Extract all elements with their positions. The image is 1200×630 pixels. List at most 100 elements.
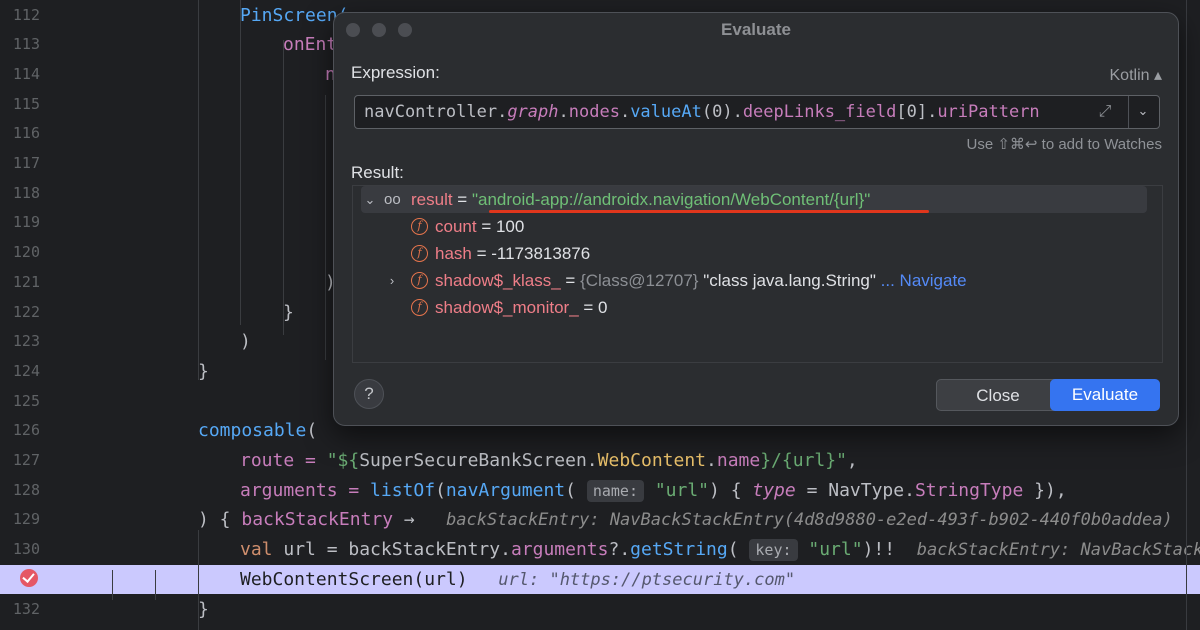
result-row[interactable]: ⌄ oo result = "android-app://androidx.na… [361,186,1147,213]
expression-token: navController [364,102,498,122]
code-text[interactable]: route = "${SuperSecureBankScreen.WebCont… [240,446,858,476]
line-number[interactable]: 127 [0,446,40,476]
language-selector[interactable]: Kotlin ▴ [1110,65,1163,85]
line-number[interactable]: 116 [0,119,40,149]
indent-guide [240,0,241,325]
field-eq: = [476,217,496,236]
expression-text[interactable]: navController.graph.nodes.valueAt(0).dee… [364,96,1040,128]
field-eq: = [471,244,492,263]
help-button[interactable]: ? [354,379,384,409]
navigate-link[interactable]: ... Navigate [876,271,967,290]
code-text[interactable]: ) { backStackEntry → backStackEntry: Nav… [198,505,1173,536]
chevron-right-icon[interactable]: › [385,267,399,294]
field-name: count [435,217,477,236]
line-number[interactable]: 115 [0,90,40,120]
line-number[interactable]: 118 [0,179,40,209]
line-number[interactable]: 123 [0,327,40,357]
code-line[interactable]: 130 val url = backStackEntry.arguments?.g… [0,535,1200,565]
code-token: navArgument [445,479,566,501]
code-token: } [198,360,209,382]
line-number[interactable]: 129 [0,505,40,535]
code-token: StringType [914,479,1024,501]
field-row[interactable]: f shadow$_monitor_ = 0 [353,294,1153,321]
line-number[interactable]: 132 [0,595,40,625]
code-token: arguments [510,539,609,561]
code-text[interactable]: composable( [198,416,317,446]
field-value: 0 [598,298,608,317]
chevron-down-icon[interactable]: ⌄ [363,186,377,213]
expression-token: uriPattern [937,102,1040,122]
code-token: ( [565,479,587,501]
code-token: WebContentScreen(url) [240,568,468,590]
code-line[interactable]: 127 route = "${SuperSecureBankScreen.WebC… [0,446,1200,476]
field-eq: = [560,271,581,290]
code-text[interactable]: } [198,595,209,625]
close-button[interactable]: Close [936,379,1060,411]
editor-vertical-scrollbar-track[interactable] [1186,0,1187,630]
watch-glasses-icon: oo [384,191,401,208]
expand-icon[interactable]: ⤢ [1095,102,1115,122]
field-name: shadow$_klass_ [435,271,561,290]
code-line[interactable]: 132} [0,595,1200,625]
parameter-name-hint: name: [586,479,644,502]
breakpoint-icon[interactable] [20,569,38,587]
expression-token: nodes [568,102,620,122]
code-text[interactable]: arguments = listOf(navArgument( name: "u… [240,476,1067,506]
expression-input[interactable]: navController.graph.nodes.valueAt(0).dee… [354,95,1160,129]
line-number[interactable]: 126 [0,416,40,446]
chevron-down-icon[interactable]: ⌄ [1135,101,1151,121]
line-number[interactable]: 112 [0,1,40,31]
current-execution-line[interactable]: WebContentScreen(url) url: "https://ptse… [0,564,1200,596]
code-token: ( [306,420,318,442]
code-text[interactable]: onEnt [283,30,337,60]
field-icon: f [411,218,428,235]
code-token: getString [630,539,728,561]
expression-token: (0) [701,102,733,122]
line-number[interactable]: 120 [0,238,40,268]
line-number[interactable]: 128 [0,476,40,506]
line-number[interactable]: 130 [0,535,40,565]
line-number[interactable]: 113 [0,30,40,60]
code-token: ?. [608,539,631,561]
line-number[interactable]: 125 [0,387,40,417]
field-name: shadow$_monitor_ [435,298,579,317]
expression-label: Expression: [351,63,440,82]
parameter-name-hint: key: [749,539,798,562]
code-line[interactable]: 128 arguments = listOf(navArgument( name:… [0,476,1200,506]
line-number[interactable]: 124 [0,357,40,387]
code-token: listOf [370,479,436,501]
field-row[interactable]: › f shadow$_klass_ = {Class@12707} "class … [353,267,1153,294]
evaluate-button[interactable]: Evaluate [1050,379,1160,411]
dialog-title: Evaluate [721,20,791,39]
result-value: "android-app://androidx.navigation/WebCo… [471,190,871,209]
line-number[interactable]: 114 [0,60,40,90]
code-text[interactable]: WebContentScreen(url) url: "https://ptse… [240,565,795,596]
line-number[interactable]: 122 [0,298,40,328]
expression-token: [0] [896,102,928,122]
field-row[interactable]: f hash = -1173813876 [353,240,1153,267]
field-row[interactable]: f count = 100 [353,213,1153,240]
code-token: url = backStackEntry. [283,539,511,561]
line-number[interactable]: 121 [0,268,40,298]
code-token: ( [727,539,750,561]
code-text[interactable]: } [283,298,294,328]
code-token: arguments = [240,479,371,501]
result-label: Result: [351,163,404,182]
code-line[interactable]: 129 ) { backStackEntry → backStackEntry: … [0,505,1200,535]
field-value: -1173813876 [491,244,591,263]
field-name: hash [435,244,472,263]
indent-guide [155,570,156,600]
code-token: → [393,509,426,531]
line-number[interactable]: 119 [0,208,40,238]
indent-guide [198,0,199,380]
field-extra: "class java.lang.String" [698,271,876,290]
indent-guide [325,95,326,360]
indent-guide [112,570,113,600]
code-text[interactable]: } [198,357,209,387]
result-tree[interactable]: ⌄ oo result = "android-app://androidx.na… [352,185,1163,363]
add-to-watches-hint: Use ⇧⌘↩ to add to Watches [966,136,1163,153]
code-text[interactable]: ) [240,327,251,357]
line-number[interactable]: 117 [0,149,40,179]
expression-token: . [732,102,743,122]
code-text[interactable]: val url = backStackEntry.arguments?.getS… [240,535,1200,566]
